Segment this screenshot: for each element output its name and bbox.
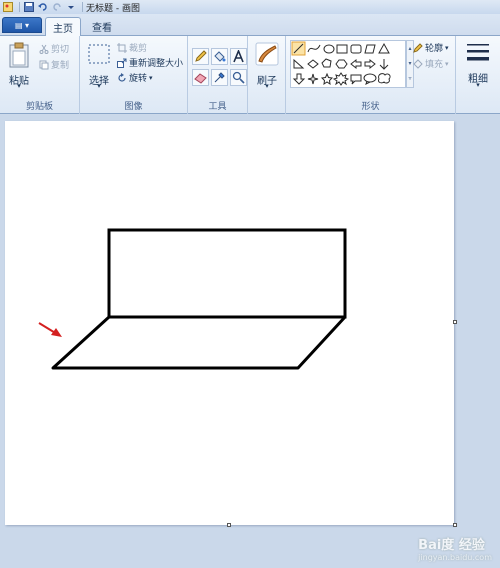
size-dropdown-icon[interactable]: ▾ [462, 81, 494, 89]
text-a-icon [233, 50, 244, 63]
paint-app-icon[interactable] [2, 2, 13, 12]
rotate-label: 旋转 [129, 74, 148, 84]
watermark: Bai度 经验 jingyan.baidu.com [418, 534, 492, 562]
fill-button[interactable]: 填充 ▾ [412, 57, 449, 70]
rotate-icon [116, 72, 127, 83]
tools-group: 工具 [188, 36, 248, 114]
select-button[interactable]: 选择 ▾ [84, 40, 114, 92]
tab-view[interactable]: 查看 [84, 17, 120, 36]
eyedropper-icon [214, 72, 225, 83]
image-group: 选择 ▾ 裁剪 重新调整大小 旋转 ▾ 图像 [80, 36, 188, 114]
copy-label: 复制 [51, 61, 70, 71]
shapes-group: ▴ ▾ ▿ 轮廓 ▾ 填充 ▾ 形状 [286, 36, 456, 114]
eraser-icon [194, 73, 207, 84]
outline-label: 轮廓 [425, 44, 444, 54]
resize-label: 重新调整大小 [129, 59, 184, 69]
outline-pen-icon [412, 42, 423, 53]
file-menu-button[interactable]: ▤ ▾ [2, 17, 42, 33]
outline-dropdown-icon[interactable]: ▾ [445, 44, 449, 52]
shapes-gallery[interactable] [290, 40, 406, 88]
clipboard-group-label: 剪贴板 [25, 102, 53, 112]
drawn-parallelogram [51, 315, 347, 370]
shapes-gallery-icons [291, 41, 391, 86]
divider [82, 2, 83, 12]
magnifier-tool[interactable] [230, 69, 247, 86]
rotate-dropdown-icon[interactable]: ▾ [149, 74, 153, 82]
crop-label: 裁剪 [129, 44, 148, 54]
crop-button[interactable]: 裁剪 [116, 41, 147, 54]
fill-label: 填充 [425, 60, 444, 70]
fill-bucket-icon [412, 58, 423, 69]
text-tool[interactable] [230, 48, 247, 65]
resize-handle-bottom[interactable] [227, 523, 231, 527]
size-group: 粗细 ▾ [456, 36, 500, 114]
red-arrow-icon [38, 322, 62, 337]
clipboard-group: 粘贴 ▾ 剪切 复制 剪贴板 [0, 36, 80, 114]
brushes-group: 刷子 ▾ [248, 36, 286, 114]
scissors-icon [38, 43, 49, 54]
cut-button[interactable]: 剪切 [38, 42, 69, 55]
window-title: 无标题 - 画图 [86, 3, 140, 14]
brushes-button[interactable]: 刷子 ▾ [252, 40, 282, 92]
crop-icon [116, 42, 127, 53]
fill-dropdown-icon: ▾ [445, 59, 449, 68]
resize-handle-corner[interactable] [453, 523, 457, 527]
size-button[interactable]: 粗细 ▾ [462, 40, 494, 100]
canvas-workspace: Bai度 经验 jingyan.baidu.com [0, 115, 500, 568]
ribbon: 粘贴 ▾ 剪切 复制 剪贴板 选择 ▾ 裁剪 重新调整大小 旋转 ▾ 图像 工具… [0, 36, 500, 114]
select-icon [88, 44, 110, 64]
paint-bucket-icon [214, 51, 226, 62]
paste-icon [9, 42, 29, 68]
color-picker-tool[interactable] [211, 69, 228, 86]
drawing [38, 228, 347, 370]
undo-icon[interactable] [37, 2, 48, 12]
fill-tool[interactable] [211, 48, 228, 65]
copy-icon [38, 59, 49, 70]
save-icon[interactable] [23, 2, 34, 12]
magnifier-icon [232, 71, 245, 84]
paste-dropdown-icon[interactable]: ▾ [4, 82, 34, 90]
cut-label: 剪切 [51, 45, 70, 55]
tab-home[interactable]: 主页 [45, 17, 81, 37]
shapes-group-label: 形状 [361, 102, 380, 112]
watermark-text: Bai度 经验 [418, 538, 485, 553]
tools-group-label: 工具 [208, 102, 227, 112]
brush-icon [255, 42, 279, 66]
drawn-rectangle [107, 228, 347, 319]
drawing-canvas[interactable] [5, 121, 454, 525]
ribbon-tabs: ▤ ▾ 主页 查看 [0, 14, 500, 37]
outline-button[interactable]: 轮廓 ▾ [412, 41, 449, 54]
pencil-icon [195, 50, 207, 62]
image-group-label: 图像 [124, 102, 143, 112]
title-bar: 无标题 - 画图 [0, 0, 500, 14]
line-width-icon [467, 44, 489, 61]
paste-button[interactable]: 粘贴 ▾ [4, 40, 34, 92]
resize-handle-right[interactable] [453, 320, 457, 324]
resize-button[interactable]: 重新调整大小 [116, 56, 183, 69]
brushes-dropdown-icon[interactable]: ▾ [252, 82, 282, 90]
customize-toolbar-icon[interactable] [65, 2, 76, 12]
copy-button[interactable]: 复制 [38, 58, 69, 71]
eraser-tool[interactable] [192, 69, 209, 86]
rotate-button[interactable]: 旋转 ▾ [116, 71, 153, 84]
watermark-url: jingyan.baidu.com [418, 553, 492, 562]
select-dropdown-icon[interactable]: ▾ [84, 82, 114, 90]
pencil-tool[interactable] [192, 48, 209, 65]
divider [19, 2, 20, 12]
resize-icon [116, 57, 127, 68]
redo-icon[interactable] [51, 2, 62, 12]
